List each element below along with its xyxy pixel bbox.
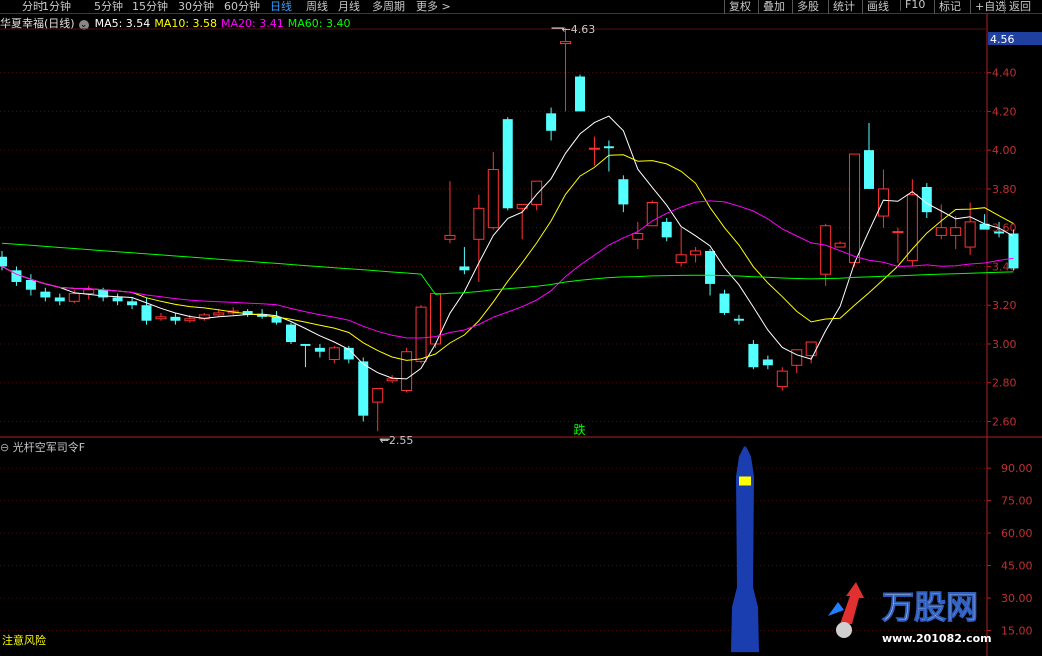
logo-brand: 万股网 <box>882 588 978 626</box>
candle-body-48 <box>690 250 702 256</box>
candle-body-62 <box>892 231 904 234</box>
candle-body-10 <box>141 305 152 321</box>
candle-body-35 <box>502 119 513 209</box>
candle-body-13 <box>184 318 196 322</box>
candle-body-65 <box>935 227 947 236</box>
candle-body-56 <box>805 341 817 357</box>
candle-body-67 <box>964 221 976 248</box>
candle-body-42 <box>603 146 614 149</box>
price-tick-2: 4.00 <box>992 144 1017 157</box>
candle-body-53 <box>762 359 773 366</box>
ind-tick-0: 90.00 <box>1001 462 1033 475</box>
candle-body-4 <box>54 297 65 302</box>
candle-body-23 <box>328 347 340 360</box>
candle-body-39 <box>560 41 572 45</box>
candle-body-61 <box>877 188 889 217</box>
candle-body-32 <box>459 266 470 271</box>
candle-body-47 <box>675 254 687 264</box>
candle-body-2 <box>25 280 36 290</box>
price-tick-6: 3.20 <box>992 299 1017 312</box>
logo-coin-icon <box>836 622 852 638</box>
collapse-icon[interactable]: ⊖ <box>0 441 9 454</box>
candle-body-6 <box>83 289 95 295</box>
candle-body-63 <box>906 194 918 262</box>
candle-body-11 <box>155 316 167 320</box>
candle-body-12 <box>170 316 181 321</box>
candle-body-43 <box>618 179 629 205</box>
candle-body-58 <box>834 242 846 248</box>
candle-body-45 <box>646 201 658 227</box>
candle-body-49 <box>705 250 716 284</box>
candle-body-38 <box>546 113 557 131</box>
candle-body-33 <box>473 207 485 240</box>
indicator-highlight <box>739 476 751 486</box>
ind-tick-1: 75.00 <box>1001 495 1033 508</box>
candle-body-5 <box>68 293 80 302</box>
logo-url: www.201082.com <box>882 632 992 645</box>
candle-body-8 <box>112 297 123 302</box>
logo-arrow-icon <box>840 582 864 624</box>
candle-body-70 <box>1008 233 1019 269</box>
candle-body-20 <box>286 324 296 343</box>
candle-body-44 <box>632 233 644 240</box>
candle-body-41 <box>588 147 600 150</box>
candle-body-29 <box>415 306 427 362</box>
candle-body-64 <box>921 186 932 213</box>
ma60-line <box>1 242 1014 295</box>
current-price-label: 4.56 <box>990 33 1015 46</box>
price-tick-0: 4.40 <box>992 67 1017 80</box>
ind-tick-3: 45.00 <box>1001 560 1033 573</box>
candle-body-15 <box>213 312 225 316</box>
low-annotation: ←2.55 <box>380 434 414 447</box>
candle-body-37 <box>531 180 543 205</box>
price-tick-3: 3.80 <box>992 183 1017 196</box>
candle-body-3 <box>40 291 51 298</box>
candle-body-40 <box>575 76 585 112</box>
fall-marker: 跌 <box>574 422 586 437</box>
logo: 万股网 www.201082.com <box>828 582 992 645</box>
candle-body-54 <box>776 370 788 388</box>
price-tick-9: 2.60 <box>992 415 1017 428</box>
candle-body-69 <box>994 231 1005 234</box>
candle-body-46 <box>661 221 672 238</box>
logo-arrow-icon-2 <box>828 602 844 616</box>
candle-body-66 <box>950 227 962 236</box>
ma20-line <box>1 200 1014 339</box>
candle-body-51 <box>733 318 744 321</box>
candle-body-55 <box>791 349 803 366</box>
candle-body-34 <box>487 169 499 229</box>
candle-body-50 <box>719 293 730 313</box>
candle-body-60 <box>864 150 874 189</box>
high-annotation: ←4.63 <box>562 23 596 36</box>
indicator-title: ⊖ 光杆空军司令F <box>0 439 85 455</box>
candle-body-52 <box>748 343 759 368</box>
price-tick-7: 3.00 <box>992 338 1017 351</box>
candle-body-57 <box>820 225 832 275</box>
candle-body-25 <box>358 361 369 416</box>
candle-body-9 <box>127 301 138 306</box>
candle-body-21 <box>300 343 311 346</box>
candle-body-28 <box>401 351 413 391</box>
candle-body-27 <box>386 378 398 382</box>
candle-body-31 <box>444 234 456 240</box>
kline-chart[interactable]: 4.404.204.003.803.603.403.203.002.802.60… <box>0 0 1042 656</box>
candle-body-26 <box>372 388 384 403</box>
candle-body-0 <box>0 256 7 267</box>
risk-warning: 注意风险 <box>2 634 46 647</box>
price-tick-8: 2.80 <box>992 377 1017 390</box>
candle-body-22 <box>314 347 325 352</box>
candle-body-59 <box>849 153 861 264</box>
ind-tick-2: 60.00 <box>1001 527 1033 540</box>
indicator-name: 光杆空军司令F <box>12 441 86 454</box>
price-tick-1: 4.20 <box>992 105 1017 118</box>
